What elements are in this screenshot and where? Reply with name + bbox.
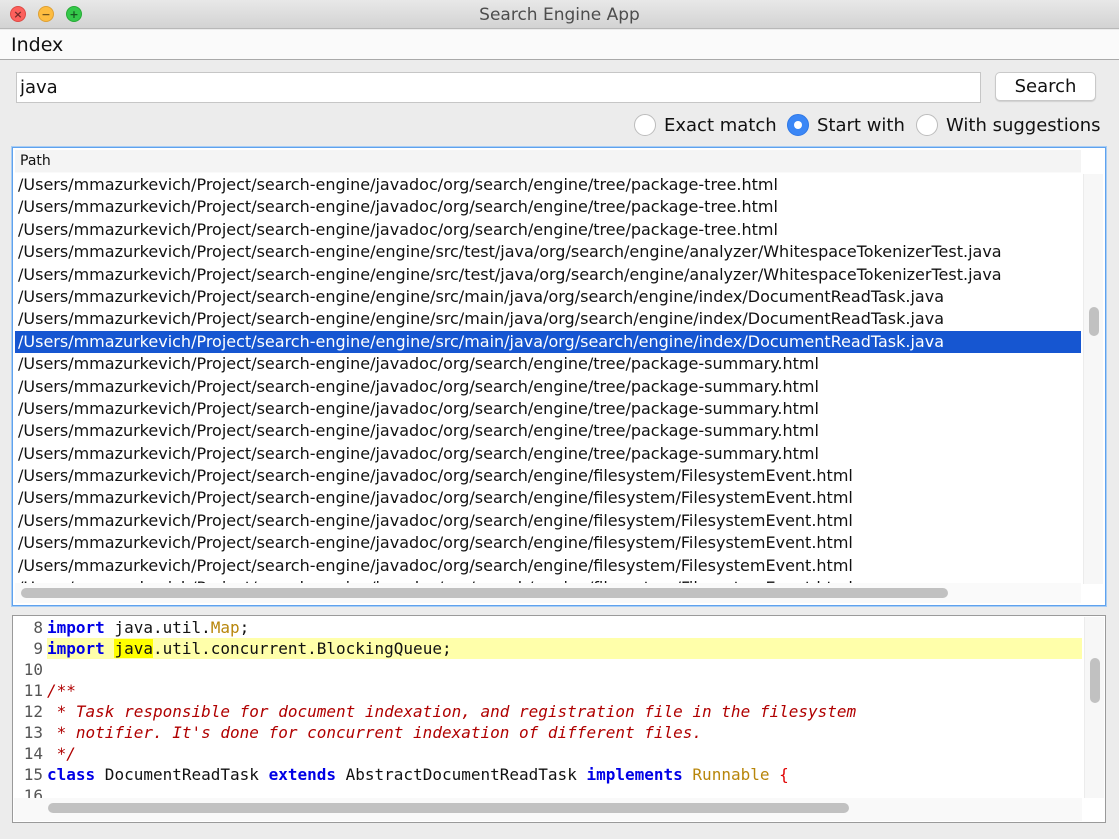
code-token: import <box>47 639 105 658</box>
table-row[interactable]: /Users/mmazurkevich/Project/search-engin… <box>15 532 1081 554</box>
code-line: 15 class DocumentReadTask extends Abstrac… <box>14 764 1082 785</box>
search-input[interactable] <box>16 72 981 103</box>
table-row[interactable]: /Users/mmazurkevich/Project/search-engin… <box>15 487 1081 509</box>
line-number: 9 <box>14 638 47 659</box>
search-match-highlight: java <box>114 639 153 658</box>
code-line: 9 import java.util.concurrent.BlockingQue… <box>14 638 1082 659</box>
code-token: import <box>47 618 105 637</box>
menu-bar: Index <box>0 30 1119 60</box>
table-row[interactable]: /Users/mmazurkevich/Project/search-engin… <box>15 286 1081 308</box>
scroll-thumb[interactable] <box>1090 657 1100 703</box>
app-window: × − + Search Engine App Index Search Exa… <box>0 0 1119 839</box>
line-text: import java.util.concurrent.BlockingQueu… <box>47 638 1082 659</box>
code-token: Runnable <box>692 765 770 784</box>
line-number: 8 <box>14 617 47 638</box>
code-token: /** <box>47 681 76 700</box>
results-horizontal-scrollbar[interactable] <box>15 583 1081 603</box>
window-title: Search Engine App <box>479 5 640 25</box>
table-row[interactable]: /Users/mmazurkevich/Project/search-engin… <box>15 398 1081 420</box>
table-row[interactable]: /Users/mmazurkevich/Project/search-engin… <box>15 376 1081 398</box>
code-token: extends <box>268 765 336 784</box>
scroll-thumb[interactable] <box>21 588 949 598</box>
code-horizontal-scrollbar[interactable] <box>14 798 1082 821</box>
radio-label: Exact match <box>664 114 777 136</box>
code-line: 13 * notifier. It's done for concurrent … <box>14 722 1082 743</box>
table-row[interactable]: /Users/mmazurkevich/Project/search-engin… <box>15 353 1081 375</box>
code-vertical-scrollbar[interactable] <box>1084 617 1104 798</box>
table-row[interactable]: /Users/mmazurkevich/Project/search-engin… <box>15 443 1081 465</box>
line-text: */ <box>47 743 1082 764</box>
table-row[interactable]: /Users/mmazurkevich/Project/search-engin… <box>15 510 1081 532</box>
line-text: class DocumentReadTask extends AbstractD… <box>47 764 1082 785</box>
radio-label: Start with <box>817 114 905 136</box>
radio-start-with[interactable]: Start with <box>787 113 905 137</box>
line-number: 14 <box>14 743 47 764</box>
title-bar: × − + Search Engine App <box>0 0 1119 29</box>
code-line: 14 */ <box>14 743 1082 764</box>
code-token: */ <box>47 744 76 763</box>
table-row[interactable]: /Users/mmazurkevich/Project/search-engin… <box>15 241 1081 263</box>
line-text: * Task responsible for document indexati… <box>47 701 1082 722</box>
line-text: /** <box>47 680 1082 701</box>
menu-index[interactable]: Index <box>11 34 63 56</box>
code-token: implements <box>586 765 683 784</box>
code-content: 8 import java.util.Map; 9 import java.util.… <box>14 617 1082 798</box>
table-row[interactable]: /Users/mmazurkevich/Project/search-engin… <box>15 219 1081 241</box>
radio-indicator <box>787 114 809 136</box>
code-token: * notifier. It's done for concurrent ind… <box>47 723 703 742</box>
table-row[interactable]: /Users/mmazurkevich/Project/search-engin… <box>15 555 1081 577</box>
radio-with-suggestions[interactable]: With suggestions <box>916 113 1101 137</box>
code-token: AbstractDocumentReadTask <box>336 765 587 784</box>
line-number: 16 <box>14 785 47 798</box>
table-row[interactable]: /Users/mmazurkevich/Project/search-engin… <box>15 174 1081 196</box>
code-token: Map <box>210 618 240 637</box>
table-row[interactable]: /Users/mmazurkevich/Project/search-engin… <box>15 420 1081 442</box>
table-row[interactable]: /Users/mmazurkevich/Project/search-engin… <box>15 196 1081 218</box>
code-line: 10 <box>14 659 1082 680</box>
table-row[interactable]: /Users/mmazurkevich/Project/search-engin… <box>15 308 1081 330</box>
code-preview: 8 import java.util.Map; 9 import java.util.… <box>12 615 1106 823</box>
results-list: /Users/mmazurkevich/Project/search-engin… <box>15 174 1081 584</box>
table-row[interactable]: /Users/mmazurkevich/Project/search-engin… <box>15 264 1081 286</box>
line-number: 15 <box>14 764 47 785</box>
code-token: java.util. <box>104 618 211 637</box>
results-table: Path /Users/mmazurkevich/Project/search-… <box>12 147 1106 606</box>
search-button[interactable]: Search <box>995 72 1096 101</box>
results-vertical-scrollbar[interactable] <box>1083 174 1103 584</box>
radio-indicator <box>916 114 938 136</box>
radio-label: With suggestions <box>946 114 1101 136</box>
line-number: 13 <box>14 722 47 743</box>
line-text <box>47 659 1082 680</box>
radio-indicator <box>634 114 656 136</box>
line-number: 12 <box>14 701 47 722</box>
line-text: * notifier. It's done for concurrent ind… <box>47 722 1082 743</box>
table-row-selected[interactable]: /Users/mmazurkevich/Project/search-engin… <box>15 330 1081 354</box>
code-token: ; <box>239 618 250 637</box>
scroll-thumb[interactable] <box>48 803 849 813</box>
line-text <box>47 785 1082 798</box>
code-line: 11/** <box>14 680 1082 701</box>
line-number: 10 <box>14 659 47 680</box>
code-token: .util.concurrent.BlockingQueue; <box>152 639 452 658</box>
column-header-path[interactable]: Path <box>15 150 1081 173</box>
code-line: 8 import java.util.Map; <box>14 617 1082 638</box>
code-line: 12 * Task responsible for document index… <box>14 701 1082 722</box>
code-token: DocumentReadTask <box>95 765 269 784</box>
code-token: { <box>779 765 789 784</box>
code-line: 16 <box>14 785 1082 798</box>
scroll-thumb[interactable] <box>1089 307 1099 337</box>
code-token: class <box>47 765 96 784</box>
line-text: import java.util.Map; <box>47 617 1082 638</box>
code-token: * Task responsible for document indexati… <box>47 702 857 721</box>
table-row[interactable]: /Users/mmazurkevich/Project/search-engin… <box>15 465 1081 487</box>
line-number: 11 <box>14 680 47 701</box>
radio-exact-match[interactable]: Exact match <box>634 113 777 137</box>
